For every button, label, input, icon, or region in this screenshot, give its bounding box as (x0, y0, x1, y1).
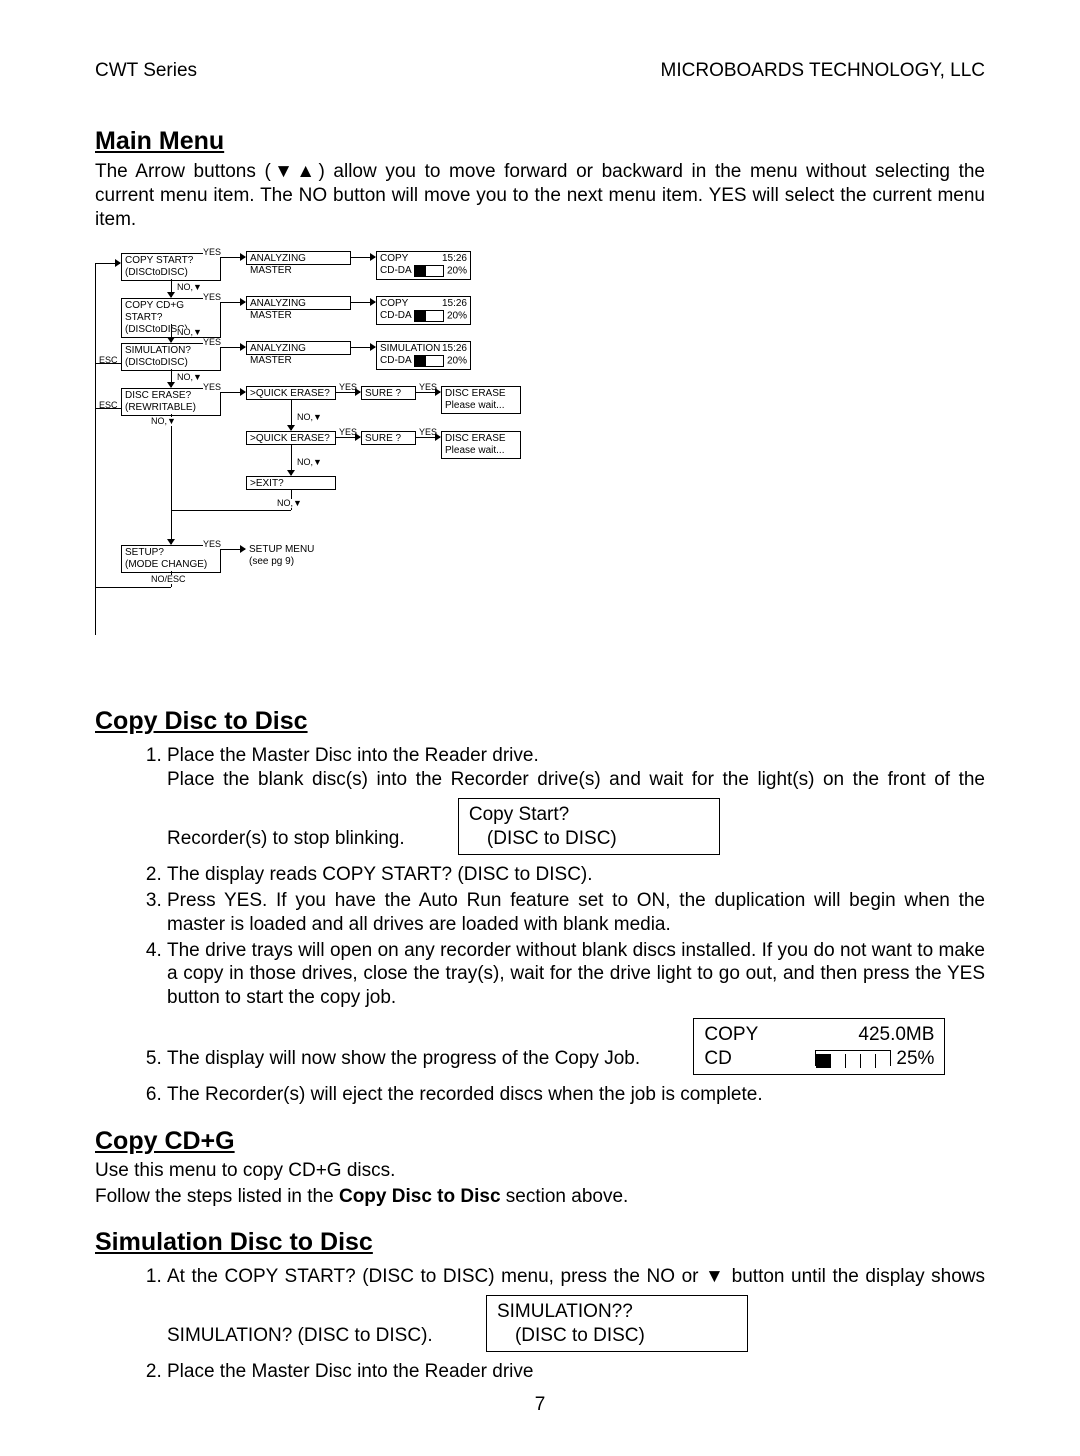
simulation-steps: At the COPY START? (DISC to DISC) menu, … (95, 1265, 985, 1384)
copy-step4: The drive trays will open on any recorde… (167, 939, 985, 1010)
fc-exit: >EXIT? (246, 476, 336, 490)
fc-quick-erase-1: >QUICK ERASE? (246, 386, 336, 400)
heading-copy-cdg: Copy CD+G (95, 1127, 985, 1156)
copy-step5: The display will now show the progress o… (167, 1048, 640, 1069)
fc-erase-wait-1: DISC ERASE Please wait... (441, 386, 521, 414)
display-copy-start: Copy Start? (DISC to DISC) (458, 798, 720, 856)
header-left: CWT Series (95, 60, 197, 82)
cdg-p2: Follow the steps listed in the Copy Disc… (95, 1186, 985, 1208)
heading-copy-disc: Copy Disc to Disc (95, 707, 985, 736)
menu-flowchart: COPY START? (DISCtoDISC) YES ANALYZING M… (95, 249, 985, 679)
fc-analyze-1: ANALYZING MASTER (246, 251, 351, 265)
cdg-p1: Use this menu to copy CD+G discs. (95, 1160, 985, 1182)
fc-copy-progress-1: COPY15:26 CD-DA 20% (376, 251, 471, 280)
fc-sure-1: SURE ? (361, 386, 416, 400)
copy-step2: The display reads COPY START? (DISC to D… (167, 863, 985, 887)
fc-setup-menu: SETUP MENU (see pg 9) (246, 543, 326, 569)
heading-main-menu: Main Menu (95, 127, 985, 156)
copy-step6: The Recorder(s) will eject the recorded … (167, 1083, 985, 1107)
copy-disc-steps: Place the Master Disc into the Reader dr… (95, 744, 985, 1107)
page-number: 7 (95, 1394, 985, 1416)
fc-sure-2: SURE ? (361, 431, 416, 445)
display-copy-progress: COPY 425.0MB CD 25% (693, 1018, 945, 1076)
fc-simulation: SIMULATION? (DISCtoDISC) (121, 343, 221, 371)
fc-setup: SETUP? (MODE CHANGE) (121, 545, 221, 573)
heading-simulation: Simulation Disc to Disc (95, 1228, 985, 1257)
fc-erase-wait-2: DISC ERASE Please wait... (441, 431, 521, 459)
fc-copy-progress-2: COPY15:26 CD-DA 20% (376, 296, 471, 325)
fc-analyze-2: ANALYZING MASTER (246, 296, 351, 310)
fc-disc-erase: DISC ERASE? (REWRITABLE) (121, 388, 221, 416)
fc-sim-progress: SIMULATION15:26 CD-DA 20% (376, 341, 471, 370)
header-right: MICROBOARDS TECHNOLOGY, LLC (661, 60, 985, 82)
sim-step2: Place the Master Disc into the Reader dr… (167, 1360, 985, 1384)
fc-analyze-3: ANALYZING MASTER (246, 341, 351, 355)
copy-step1a: Place the Master Disc into the Reader dr… (167, 745, 539, 766)
fc-quick-erase-2: >QUICK ERASE? (246, 431, 336, 445)
main-menu-intro: The Arrow buttons (▼▲) allow you to move… (95, 160, 985, 231)
copy-step3: Press YES. If you have the Auto Run feat… (167, 889, 985, 937)
display-simulation: SIMULATION?? (DISC to DISC) (486, 1295, 748, 1353)
fc-copy-start: COPY START? (DISCtoDISC) (121, 253, 221, 281)
